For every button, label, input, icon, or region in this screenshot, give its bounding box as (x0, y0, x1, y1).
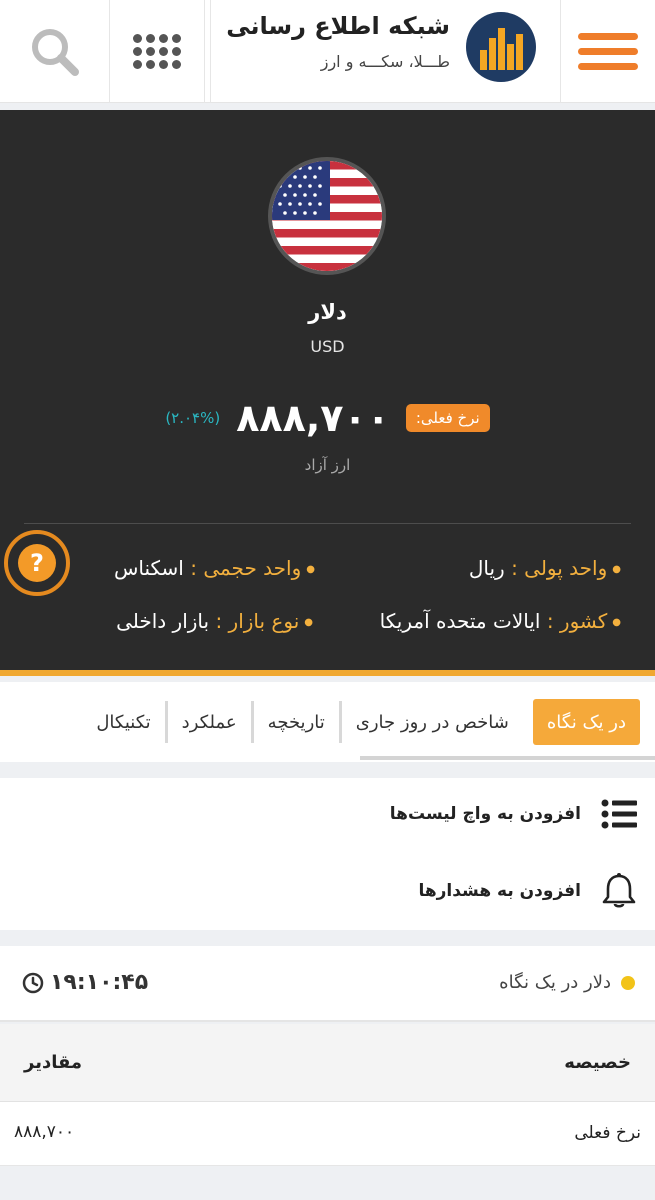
market-info: نوع بازار : بازار داخلی (116, 609, 313, 633)
unit-value: ریال (468, 556, 505, 580)
volume-value: اسکناس (113, 556, 184, 580)
market-type: ارز آزاد (304, 456, 351, 474)
menu-button[interactable] (560, 0, 655, 103)
brand-logo-icon (466, 12, 536, 82)
grid-icon (133, 34, 181, 69)
col-values-header: مقادیر (24, 1052, 83, 1073)
list-icon (601, 799, 637, 829)
col-feature-header: خصیصه (564, 1052, 631, 1073)
row-feature: نرخ فعلی (574, 1123, 641, 1143)
table-row: نرخ فعلی ۸۸۸,۷۰۰ (0, 1102, 655, 1166)
help-button[interactable]: ? (4, 530, 70, 596)
unit-info: واحد پولی : ریال (469, 556, 621, 580)
actions-card: افزودن به واچ لیست‌ها افزودن به هشدارها (0, 778, 655, 930)
divider (24, 523, 631, 524)
country-value: ایالات متحده آمریکا (379, 609, 541, 633)
update-time: ۱۹:۱۰:۴۵ (22, 970, 148, 995)
rate-row: نرخ فعلی: ۸۸۸,۷۰۰ (۲.۰۴%) (0, 393, 655, 443)
tab-daily-index[interactable]: شاخص در روز جاری (338, 701, 523, 743)
us-flag-icon (268, 157, 386, 275)
rate-label-badge: نرخ فعلی: (405, 404, 490, 432)
tab-scroll-indicator (360, 756, 655, 760)
tab-performance[interactable]: عملکرد (164, 701, 251, 743)
rate-value: ۸۸۸,۷۰۰ (236, 396, 390, 440)
volume-label: واحد حجمی : (190, 556, 315, 580)
brand-title: شبکه اطلاع رسانی (226, 12, 450, 40)
search-icon (31, 28, 79, 76)
market-value: بازار داخلی (116, 609, 210, 633)
glance-title: دلار در یک نگاه (499, 972, 635, 993)
currency-name: دلار (308, 300, 347, 324)
market-label: نوع بازار : (215, 609, 313, 633)
update-time-value: ۱۹:۱۰:۴۵ (50, 970, 149, 995)
brand-subtitle: طـــلا، سکـــه و ارز (320, 52, 450, 71)
tab-history[interactable]: تاریخچه (250, 701, 339, 743)
add-to-watchlist-button[interactable]: افزودن به واچ لیست‌ها (390, 798, 637, 830)
add-to-alerts-button[interactable]: افزودن به هشدارها (418, 872, 637, 910)
country-info: کشور : ایالات متحده آمریکا (380, 609, 621, 633)
tab-technical[interactable]: تکنیکال (82, 701, 164, 743)
question-icon: ? (18, 544, 56, 582)
search-button[interactable] (0, 0, 109, 103)
unit-label: واحد پولی : (511, 556, 621, 580)
tab-bar: در یک نگاه شاخص در روز جاری تاریخچه عملک… (0, 682, 655, 762)
properties-table: خصیصه مقادیر نرخ فعلی ۸۸۸,۷۰۰ (0, 1024, 655, 1166)
brand-logo-link[interactable]: شبکه اطلاع رسانی طـــلا، سکـــه و ارز (210, 0, 560, 103)
rate-change: (۲.۰۴%) (165, 409, 221, 427)
tab-overview[interactable]: در یک نگاه (532, 699, 640, 745)
bell-icon (602, 873, 636, 908)
top-header: شبکه اطلاع رسانی طـــلا، سکـــه و ارز (0, 0, 655, 103)
apps-grid-button[interactable] (109, 0, 205, 103)
clock-icon (22, 972, 44, 993)
country-label: کشور : (547, 609, 621, 633)
currency-code: USD (310, 337, 345, 356)
currency-hero: دلار USD نرخ فعلی: ۸۸۸,۷۰۰ (۲.۰۴%) ارز آ… (0, 110, 655, 676)
glance-header: دلار در یک نگاه ۱۹:۱۰:۴۵ (0, 946, 655, 1022)
row-value: ۸۸۸,۷۰۰ (14, 1122, 75, 1142)
volume-info: واحد حجمی : اسکناس (114, 556, 315, 580)
alerts-label: افزودن به هشدارها (418, 881, 581, 901)
watchlist-label: افزودن به واچ لیست‌ها (389, 804, 581, 824)
table-header: خصیصه مقادیر (0, 1024, 655, 1102)
hamburger-icon (578, 25, 638, 78)
